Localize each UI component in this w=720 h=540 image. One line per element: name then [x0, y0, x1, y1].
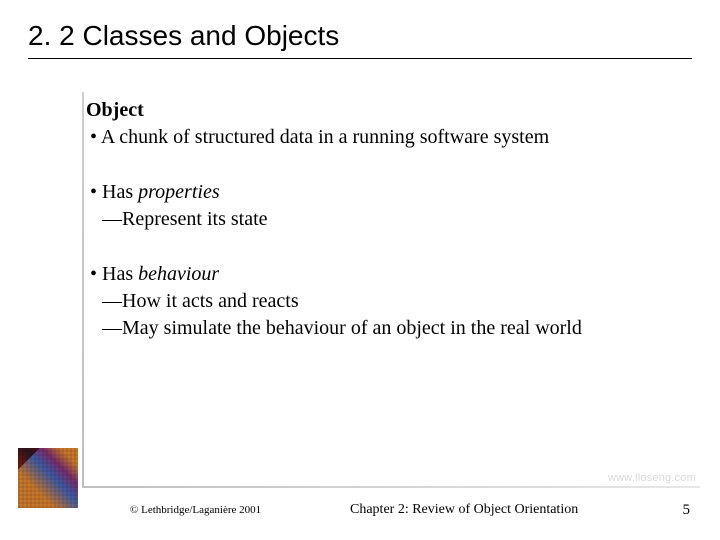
footer-copyright: © Lethbridge/Laganière 2001 [130, 504, 261, 516]
term-heading: Object [86, 97, 692, 124]
bullet-level-1: Has properties [86, 179, 692, 206]
bullet-block: A chunk of structured data in a running … [86, 124, 692, 151]
bullet-level-2: May simulate the behaviour of an object … [86, 315, 692, 342]
slide-footer: © Lethbridge/Laganière 2001 Chapter 2: R… [0, 498, 720, 522]
footer-page-number: 5 [683, 502, 691, 519]
bullet-block: Has behaviour How it acts and reacts May… [86, 261, 692, 342]
slide-body: Object A chunk of structured data in a r… [86, 97, 692, 342]
bullet-level-2: Represent its state [86, 206, 692, 233]
bullet-level-1: A chunk of structured data in a running … [86, 124, 692, 151]
bullet-text: Has [102, 263, 138, 285]
bullet-italic: properties [138, 181, 219, 203]
bullet-text: Has [102, 181, 138, 203]
bullet-level-1: Has behaviour [86, 261, 692, 288]
slide-title: 2. 2 Classes and Objects [28, 20, 692, 59]
watermark-url: www.lloseng.com [608, 472, 696, 484]
bullet-level-2: How it acts and reacts [86, 288, 692, 315]
horizontal-rule [82, 486, 700, 488]
bullet-italic: behaviour [138, 263, 219, 285]
vertical-rule [82, 92, 84, 488]
slide: 2. 2 Classes and Objects Object A chunk … [0, 0, 720, 540]
footer-chapter: Chapter 2: Review of Object Orientation [350, 502, 578, 518]
bullet-block: Has properties Represent its state [86, 179, 692, 233]
